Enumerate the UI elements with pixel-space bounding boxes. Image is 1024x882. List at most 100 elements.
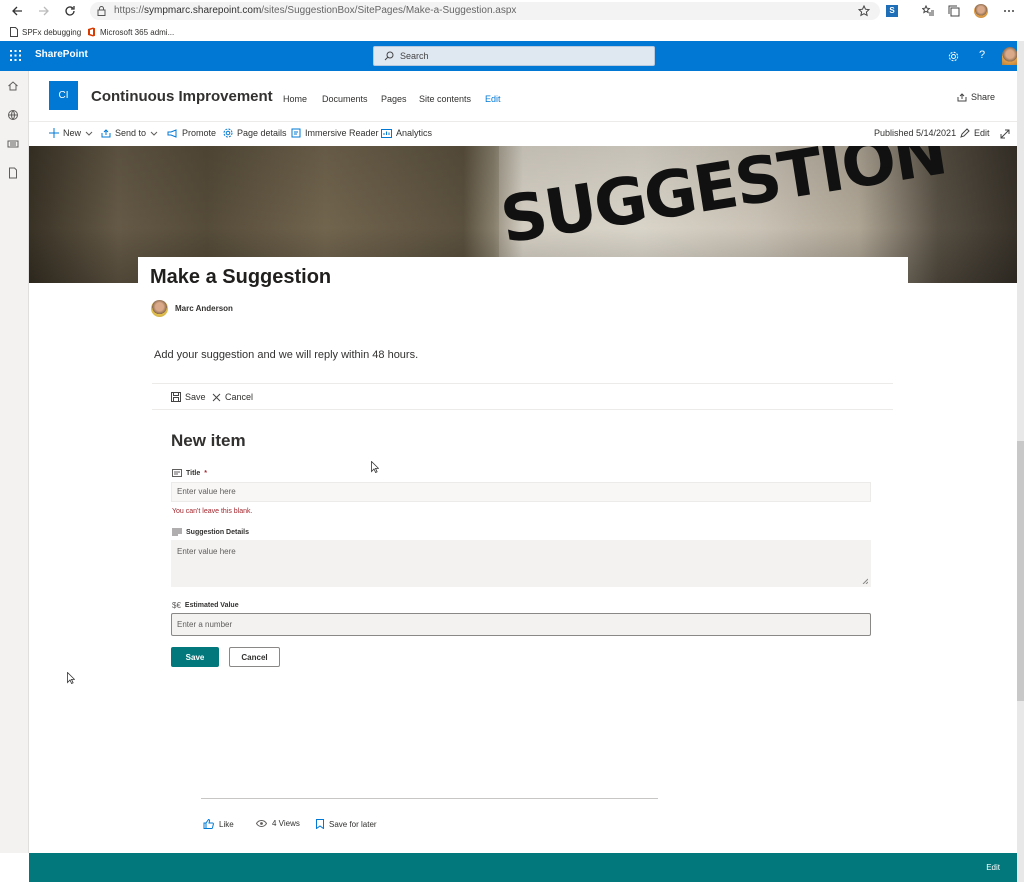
immersive-reader-label: Immersive Reader bbox=[305, 128, 379, 138]
analytics-button[interactable]: Analytics bbox=[381, 128, 432, 138]
bottom-edit-button[interactable]: Edit bbox=[986, 863, 1000, 872]
cancel-button[interactable]: Cancel bbox=[229, 647, 280, 667]
edit-page-button[interactable]: Edit bbox=[960, 128, 990, 138]
page-scrollbar[interactable] bbox=[1017, 41, 1024, 882]
value-label-text: Estimated Value bbox=[184, 602, 239, 609]
promote-button[interactable]: Promote bbox=[167, 128, 216, 138]
scrollbar-thumb[interactable] bbox=[1017, 441, 1024, 701]
save-button[interactable]: Save bbox=[171, 647, 219, 667]
share-button[interactable]: Share bbox=[957, 92, 995, 102]
favorites-icon[interactable] bbox=[920, 3, 936, 19]
eye-icon bbox=[256, 820, 267, 827]
form-save-label: Save bbox=[185, 392, 206, 402]
nav-home[interactable]: Home bbox=[283, 94, 307, 104]
details-field-label: Suggestion Details bbox=[172, 528, 249, 536]
brand-label[interactable]: SharePoint bbox=[35, 49, 88, 60]
bookmarks-bar: SPFx debugging Microsoft 365 admi... bbox=[0, 22, 1024, 41]
more-menu-icon[interactable] bbox=[1001, 3, 1017, 19]
currency-icon: $€ bbox=[172, 601, 181, 610]
collections-icon[interactable] bbox=[946, 3, 962, 19]
bookmark-m365-admin[interactable]: Microsoft 365 admi... bbox=[87, 25, 174, 39]
title-error-message: You can't leave this blank. bbox=[172, 508, 253, 515]
new-label: New bbox=[63, 128, 82, 138]
lock-icon bbox=[97, 6, 106, 16]
nav-pages[interactable]: Pages bbox=[381, 94, 407, 104]
nav-documents[interactable]: Documents bbox=[322, 94, 368, 104]
promote-label: Promote bbox=[182, 128, 217, 138]
user-avatar[interactable] bbox=[1002, 47, 1018, 65]
pencil-icon bbox=[960, 128, 970, 138]
value-field-label: $€ Estimated Value bbox=[172, 601, 239, 610]
save-for-later-button[interactable]: Save for later bbox=[316, 819, 377, 829]
globe-icon[interactable] bbox=[7, 109, 23, 125]
browser-toolbar: https://sympmarc.sharepoint.com/sites/Su… bbox=[0, 0, 1024, 22]
like-button[interactable]: Like bbox=[203, 819, 234, 829]
intro-text: Add your suggestion and we will reply wi… bbox=[154, 349, 419, 361]
settings-gear-icon[interactable] bbox=[948, 51, 959, 62]
forward-arrow-icon[interactable] bbox=[36, 3, 52, 19]
form-save-command[interactable]: Save bbox=[171, 392, 206, 402]
back-arrow-icon[interactable] bbox=[9, 3, 25, 19]
app-bar bbox=[0, 71, 29, 853]
bottom-edit-bar: Edit bbox=[29, 853, 1017, 882]
url-prefix: https:// bbox=[114, 5, 145, 16]
site-logo[interactable]: CI bbox=[49, 81, 78, 110]
bookmark-label: SPFx debugging bbox=[22, 27, 82, 37]
url-host: sympmarc.sharepoint.com bbox=[144, 5, 262, 16]
bookmark-icon bbox=[316, 819, 324, 829]
form-cancel-command[interactable]: Cancel bbox=[212, 392, 253, 402]
footer-divider bbox=[201, 798, 658, 799]
page-icon bbox=[10, 27, 18, 37]
search-icon bbox=[384, 51, 394, 61]
suggestion-details-field[interactable]: Enter value here bbox=[171, 540, 871, 587]
document-icon[interactable] bbox=[7, 167, 23, 183]
app-launcher-icon[interactable] bbox=[10, 50, 21, 61]
title-field-label: Title * bbox=[172, 469, 207, 477]
refresh-icon[interactable] bbox=[62, 3, 78, 19]
page-details-label: Page details bbox=[237, 128, 287, 138]
form-command-bar: Save Cancel bbox=[152, 383, 893, 410]
estimated-value-field[interactable]: Enter a number bbox=[171, 613, 871, 636]
author-avatar[interactable] bbox=[151, 300, 168, 317]
site-header: CI Continuous Improvement Home Documents… bbox=[29, 71, 1017, 121]
gear-icon bbox=[223, 128, 233, 138]
resize-handle-icon[interactable] bbox=[862, 578, 868, 584]
title-placeholder: Enter value here bbox=[177, 487, 236, 496]
mouse-cursor-icon bbox=[67, 672, 77, 686]
thumbs-up-icon bbox=[203, 819, 214, 829]
value-placeholder: Enter a number bbox=[177, 620, 233, 629]
immersive-reader-button[interactable]: Immersive Reader bbox=[291, 128, 379, 138]
url-path: /sites/SuggestionBox/SitePages/Make-a-Su… bbox=[261, 5, 517, 16]
profile-avatar[interactable] bbox=[973, 3, 989, 19]
author-name[interactable]: Marc Anderson bbox=[175, 304, 233, 313]
share-icon bbox=[957, 92, 967, 102]
like-label: Like bbox=[219, 819, 234, 829]
search-placeholder: Search bbox=[400, 51, 429, 61]
page-details-button[interactable]: Page details bbox=[223, 128, 287, 138]
chevron-down-icon bbox=[85, 131, 93, 136]
news-icon[interactable] bbox=[7, 138, 23, 154]
send-to-button[interactable]: Send to bbox=[101, 128, 158, 138]
home-icon[interactable] bbox=[7, 80, 23, 96]
address-bar[interactable]: https://sympmarc.sharepoint.com/sites/Su… bbox=[90, 2, 880, 20]
expand-icon[interactable] bbox=[1000, 129, 1010, 139]
mouse-cursor-icon bbox=[371, 461, 381, 475]
chevron-down-icon bbox=[150, 131, 158, 136]
nav-site-contents[interactable]: Site contents bbox=[419, 94, 471, 104]
extension-s-icon[interactable]: S bbox=[884, 3, 900, 19]
site-title[interactable]: Continuous Improvement bbox=[91, 88, 273, 105]
help-icon[interactable]: ? bbox=[979, 49, 985, 61]
share-label: Share bbox=[970, 92, 995, 102]
form-heading: New item bbox=[171, 431, 246, 450]
new-button[interactable]: New bbox=[49, 128, 93, 138]
nav-edit[interactable]: Edit bbox=[485, 94, 501, 104]
page-command-bar: New Send to Promote Page details Immersi… bbox=[29, 121, 1017, 146]
bookmark-label: Microsoft 365 admi... bbox=[100, 27, 175, 37]
required-marker: * bbox=[204, 469, 207, 477]
title-field[interactable]: Enter value here bbox=[171, 482, 871, 502]
analytics-label: Analytics bbox=[396, 128, 433, 138]
suite-bar: SharePoint Search ? bbox=[0, 41, 1018, 71]
bookmark-spfx[interactable]: SPFx debugging bbox=[10, 25, 81, 39]
favorite-star-icon[interactable] bbox=[856, 3, 872, 19]
search-input[interactable]: Search bbox=[373, 46, 655, 66]
